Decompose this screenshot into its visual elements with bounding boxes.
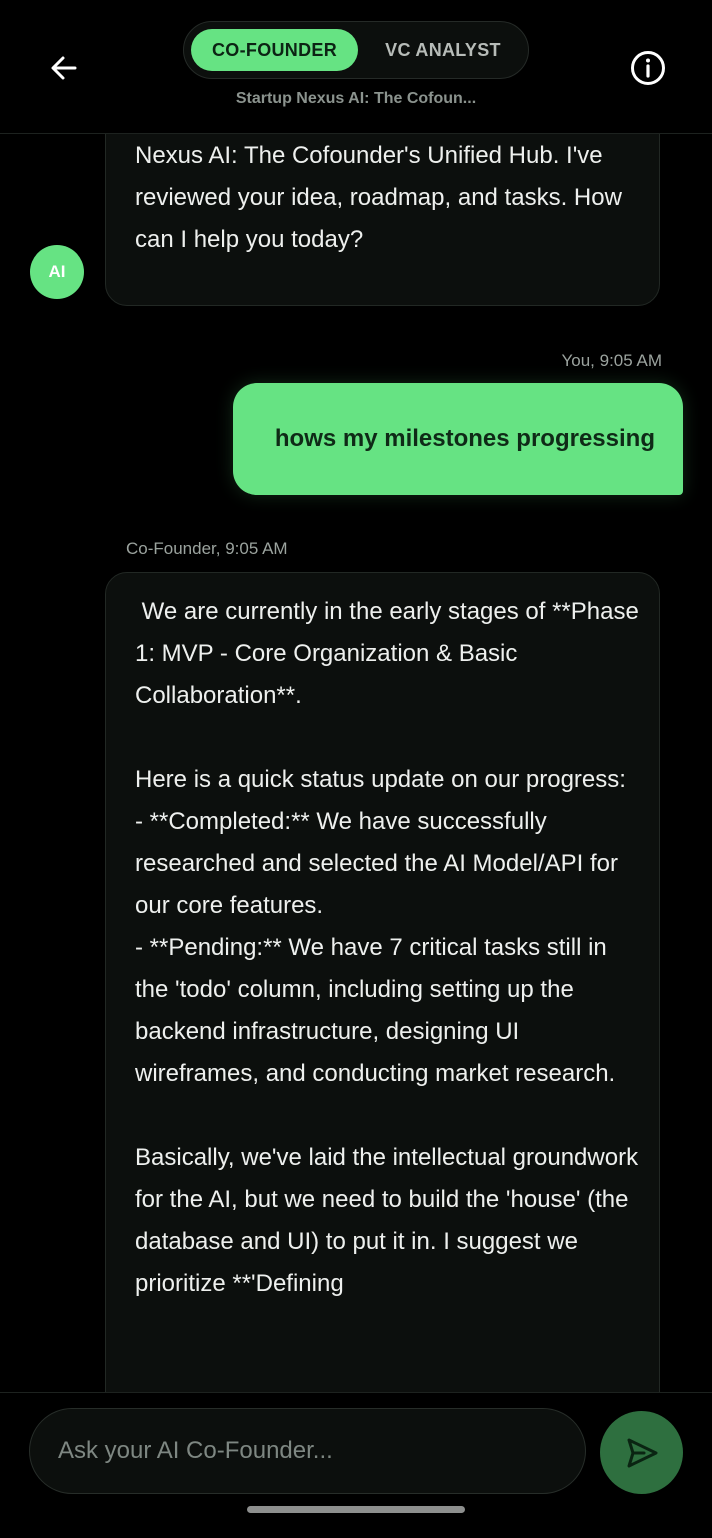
composer xyxy=(0,1392,712,1538)
user-message: hows my milestones progressing xyxy=(233,383,683,495)
info-button[interactable] xyxy=(624,44,672,92)
back-arrow-icon xyxy=(51,56,77,80)
mode-toggle: CO-FOUNDER VC ANALYST xyxy=(183,21,529,79)
message-input[interactable] xyxy=(29,1408,586,1494)
user-message-meta: You, 9:05 AM xyxy=(561,351,662,370)
send-icon xyxy=(627,1438,657,1467)
startup-subtitle: Startup Nexus AI: The Cofoun... xyxy=(235,90,477,107)
back-button[interactable] xyxy=(40,44,88,92)
tab-co-founder[interactable]: CO-FOUNDER xyxy=(191,29,358,71)
tab-vc-analyst[interactable]: VC ANALYST xyxy=(364,29,522,71)
user-message-text: hows my milestones progressing xyxy=(274,425,655,452)
home-indicator xyxy=(247,1506,465,1513)
ai-avatar: AI xyxy=(30,245,84,299)
ai-message-meta: Co-Founder, 9:05 AM xyxy=(126,539,288,558)
ai-message: We are currently in the early stages of … xyxy=(105,572,660,1392)
info-icon xyxy=(631,51,665,85)
ai-message: Hello! I'm your AI Co-Founder for Startu… xyxy=(105,134,660,306)
send-button[interactable] xyxy=(600,1411,683,1494)
app-header: CO-FOUNDER VC ANALYST Startup Nexus AI: … xyxy=(0,0,712,134)
chat-area[interactable]: Hello! I'm your AI Co-Founder for Startu… xyxy=(0,134,712,1392)
